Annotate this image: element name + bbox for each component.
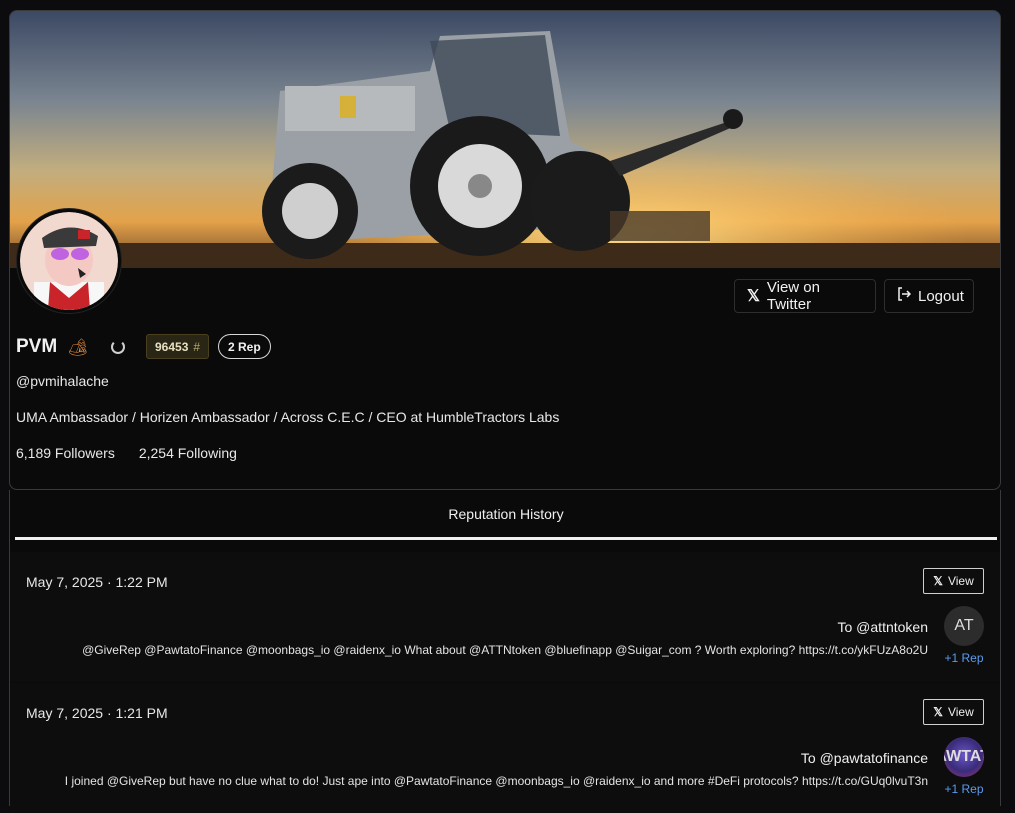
history-message: I joined @GiveRep but have no clue what … — [64, 774, 928, 788]
view-on-twitter-label: View on Twitter — [766, 279, 820, 313]
profile-handle: @pvmihalache — [16, 373, 109, 389]
rank-hash: # — [193, 339, 201, 354]
history-date: May 7, 2025 · 1:21 PM — [26, 705, 168, 721]
view-label: View — [947, 574, 974, 588]
history-recipient[interactable]: To @pawtatofinance — [801, 750, 928, 766]
followers-count[interactable]: 6,189 Followers — [16, 445, 115, 461]
view-tweet-button[interactable]: 𝕏 View — [923, 699, 984, 725]
profile-stats: 6,189 Followers 2,254 Following — [16, 445, 237, 461]
rep-delta: +1 Rep — [944, 782, 984, 796]
history-message: @GiveRep @PawtatoFinance @moonbags_io @r… — [82, 643, 928, 657]
recipient-avatar: AT — [944, 606, 984, 646]
logout-label: Logout — [918, 287, 964, 305]
tent-icon: 🏕 — [67, 338, 89, 357]
logout-button[interactable]: Logout — [884, 279, 974, 313]
tab-bar: Reputation History — [9, 490, 1001, 540]
history-item: May 7, 2025 · 1:22 PM 𝕏 View To @attntok… — [10, 552, 1000, 682]
tab-reputation-history[interactable]: Reputation History — [15, 490, 997, 540]
profile-name: PVM — [16, 336, 58, 357]
reputation-history-list: May 7, 2025 · 1:22 PM 𝕏 View To @attntok… — [9, 540, 1001, 813]
view-tweet-button[interactable]: 𝕏 View — [923, 568, 984, 594]
history-item: May 7, 2025 · 1:21 PM 𝕏 View To @pawtato… — [10, 683, 1000, 813]
view-on-twitter-button[interactable]: 𝕏 View on Twitter — [734, 279, 876, 313]
rep-badge: 2 Rep — [218, 334, 271, 359]
profile-avatar — [17, 209, 121, 313]
profile-bio: UMA Ambassador / Horizen Ambassador / Ac… — [16, 409, 560, 425]
rep-delta: +1 Rep — [944, 651, 984, 665]
x-logo-icon: 𝕏 — [933, 574, 943, 588]
x-logo-icon: 𝕏 — [747, 288, 760, 305]
profile-banner — [10, 11, 1000, 268]
x-logo-icon: 𝕏 — [933, 705, 943, 719]
view-label: View — [947, 705, 974, 719]
rank-value: 96453 — [155, 339, 189, 354]
loading-spinner-icon — [111, 340, 125, 354]
banner-image — [10, 11, 1000, 268]
history-recipient[interactable]: To @attntoken — [838, 619, 929, 635]
rank-badge: 96453 # — [146, 334, 210, 359]
following-count[interactable]: 2,254 Following — [139, 445, 237, 461]
recipient-avatar: PAWTATO — [944, 737, 984, 777]
logout-icon — [897, 287, 912, 305]
history-date: May 7, 2025 · 1:22 PM — [26, 574, 168, 590]
